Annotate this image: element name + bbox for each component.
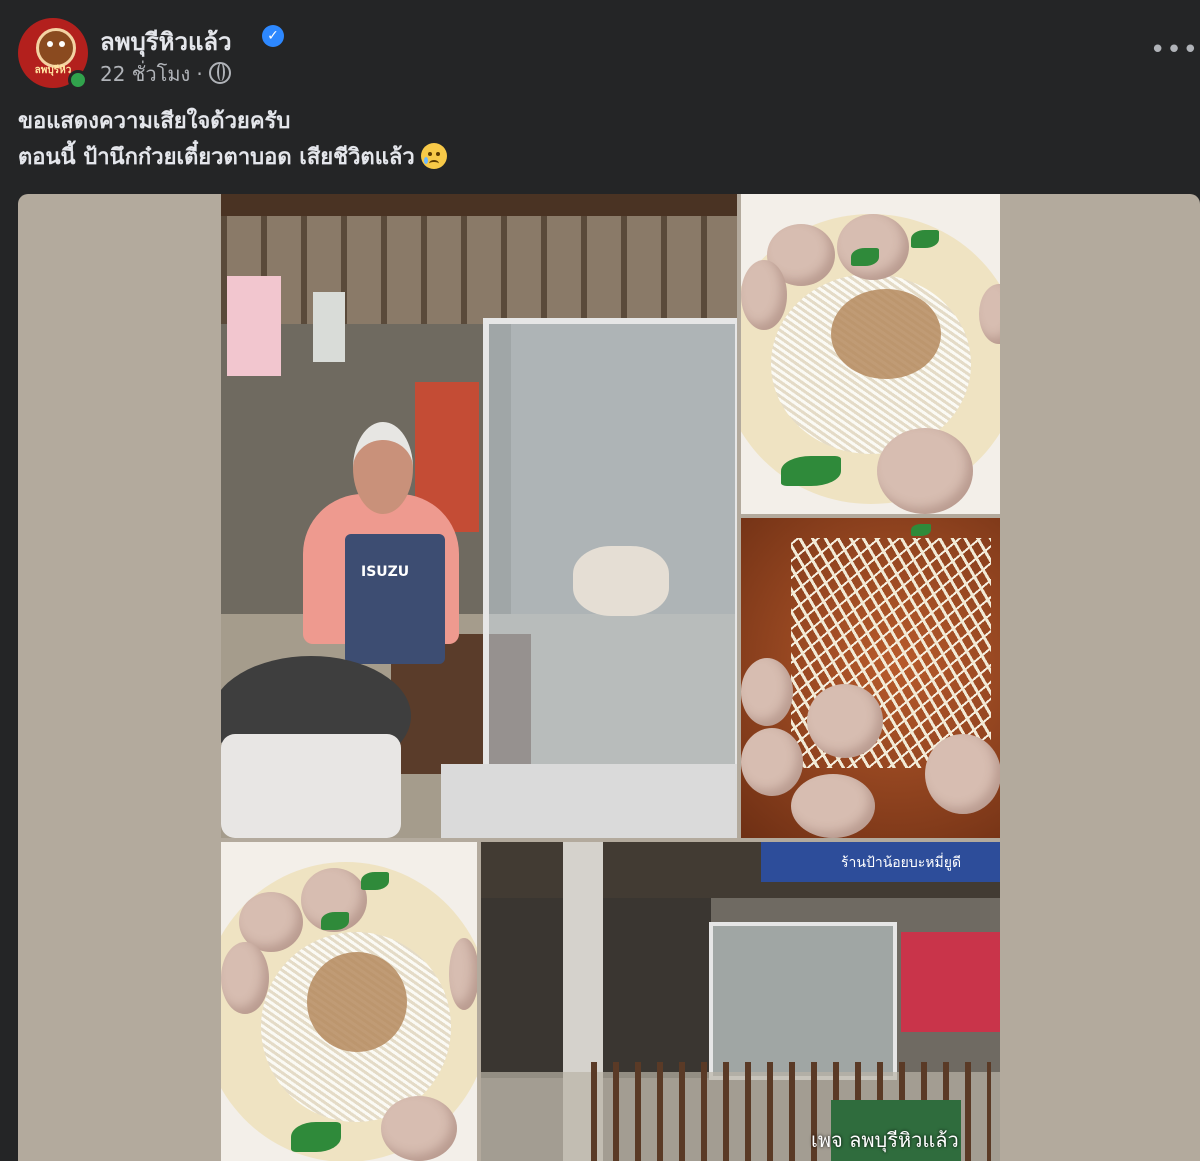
soup-pot — [221, 734, 401, 838]
post-text-line-1: ขอแสดงความเสียใจด้วยครับ — [18, 109, 291, 134]
photo-noodle-soup-closeup[interactable] — [221, 842, 477, 1161]
meta-separator: · — [196, 62, 203, 86]
photo-noodle-shop-woman[interactable]: ISUZU — [221, 194, 737, 838]
globe-icon[interactable] — [208, 62, 231, 84]
post-text-line-2: ตอนนี้ ป้านึกก๋วยเตี๋ยวตาบอด เสียชีวิตแล… — [18, 140, 447, 176]
post-message: ขอแสดงความเสียใจด้วยครับ ตอนนี้ ป้านึกก๋… — [18, 104, 447, 176]
page-name-link[interactable]: ลพบุรีหิวแล้ว — [100, 22, 232, 61]
more-options-button[interactable]: ••• — [1150, 30, 1198, 70]
post-meta: 22 ชั่วโมง · — [100, 58, 231, 90]
post-timestamp[interactable]: 22 ชั่วโมง — [100, 62, 190, 86]
post-text-line-2-text: ตอนนี้ ป้านึกก๋วยเตี๋ยวตาบอด เสียชีวิตแล… — [18, 145, 415, 170]
apron-logo-text: ISUZU — [361, 564, 410, 580]
wall-certificate — [313, 292, 345, 362]
monkey-logo-icon — [36, 28, 76, 68]
post-media-grid: ISUZU ร้านป้าน้อยบะหมี่ยูดี เพจ ลพบุรีหิ… — [18, 194, 1200, 1161]
photo-clear-noodle-soup[interactable] — [741, 194, 1000, 514]
post-header: ลพบุรีหิว ลพบุรีหิวแล้ว ✓ 22 ชั่วโมง · ••… — [0, 0, 1200, 100]
wall-calendar-poster — [227, 276, 281, 376]
verified-badge-icon: ✓ — [262, 25, 284, 47]
shop-display-cabinet — [709, 922, 897, 1080]
page-watermark: เพจ ลพบุรีหิวแล้ว — [811, 1128, 959, 1152]
photo-tom-yum-noodle-soup[interactable] — [741, 518, 1000, 838]
photo-shop-front[interactable]: ร้านป้าน้อยบะหมี่ยูดี เพจ ลพบุรีหิวแล้ว — [481, 842, 1000, 1161]
sad-tear-emoji-icon — [420, 143, 447, 169]
online-status-indicator — [68, 70, 88, 90]
shop-sign-text: ร้านป้าน้อยบะหมี่ยูดี — [841, 855, 962, 871]
